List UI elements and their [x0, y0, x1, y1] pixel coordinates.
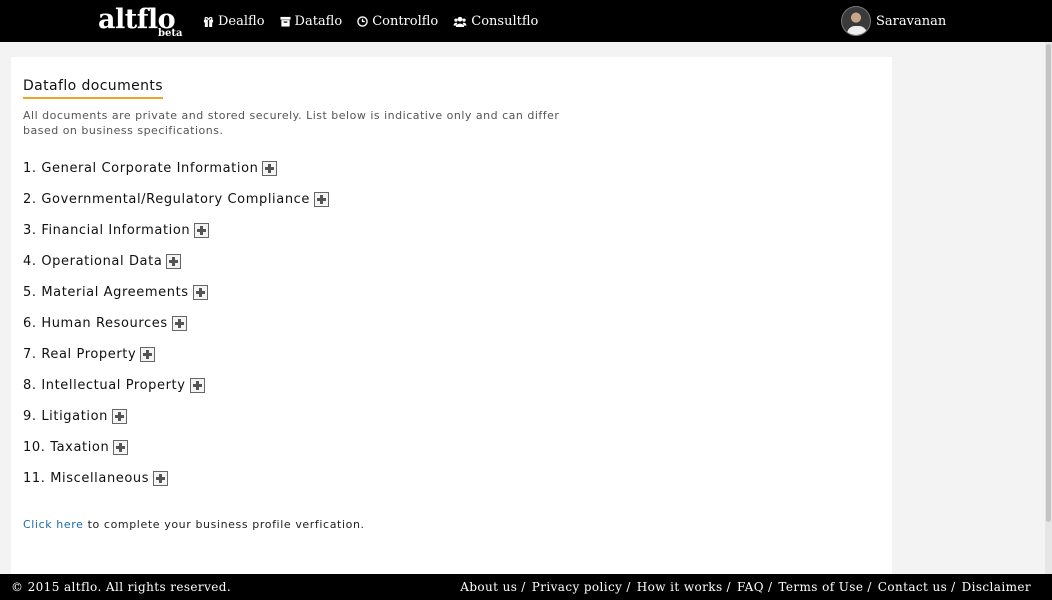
nav-label: Consultflo — [471, 13, 539, 29]
category-label: 1. General Corporate Information — [23, 161, 259, 176]
list-item: 1. General Corporate Information — [23, 153, 329, 184]
separator: / — [626, 580, 631, 594]
footer-link-about[interactable]: About us — [460, 580, 517, 594]
expand-plus-icon[interactable] — [189, 378, 205, 393]
category-label: 4. Operational Data — [23, 254, 163, 269]
nav-dataflo[interactable]: Dataflo — [279, 13, 343, 29]
page-title: Dataflo documents — [23, 78, 163, 99]
nav-dealflo[interactable]: Dealflo — [203, 14, 265, 29]
list-item: 9. Litigation — [23, 401, 329, 432]
nav-label: Dataflo — [294, 13, 343, 29]
expand-plus-icon[interactable] — [140, 347, 156, 362]
list-item: 8. Intellectual Property — [23, 370, 329, 401]
separator: / — [767, 580, 773, 594]
expand-plus-icon[interactable] — [171, 316, 187, 331]
category-label: 10. Taxation — [23, 440, 110, 455]
list-item: 4. Operational Data — [23, 246, 329, 277]
avatar[interactable] — [841, 6, 871, 36]
footer-links: About us / Privacy policy / How it works / … — [460, 580, 1031, 594]
separator: / — [521, 580, 526, 594]
list-item: 3. Financial Information — [23, 215, 329, 246]
nav-controlflo[interactable]: Controlflo — [357, 14, 438, 29]
footer-link-faq[interactable]: FAQ — [737, 580, 764, 594]
expand-plus-icon[interactable] — [112, 409, 128, 424]
expand-plus-icon[interactable] — [194, 223, 210, 238]
top-navbar: altflo beta Dealflo Dataflo Controlflo C… — [0, 0, 1052, 42]
category-label: 6. Human Resources — [23, 316, 168, 331]
expand-plus-icon[interactable] — [153, 471, 169, 486]
separator: / — [867, 580, 872, 594]
verification-notice: Click here to complete your business pro… — [23, 518, 365, 531]
footer-link-how-it-works[interactable]: How it works — [637, 580, 723, 594]
archive-icon — [279, 16, 291, 27]
expand-plus-icon[interactable] — [262, 161, 278, 176]
list-item: 7. Real Property — [23, 339, 329, 370]
separator: / — [951, 580, 956, 594]
list-item: 5. Material Agreements — [23, 277, 329, 308]
category-label: 5. Material Agreements — [23, 285, 189, 300]
gift-icon — [203, 16, 214, 27]
category-label: 11. Miscellaneous — [23, 471, 150, 486]
user-menu[interactable]: Saravanan — [841, 6, 946, 36]
expand-plus-icon[interactable] — [166, 254, 182, 269]
copyright-text: © 2015 altflo. All rights reserved. — [11, 580, 232, 594]
footer-link-privacy[interactable]: Privacy policy — [532, 580, 623, 594]
verification-text: to complete your business profile verfic… — [83, 518, 365, 531]
category-label: 2. Governmental/Regulatory Compliance — [23, 192, 311, 207]
nav-label: Dealflo — [218, 13, 265, 29]
clock-icon — [357, 15, 368, 27]
main-nav: Dealflo Dataflo Controlflo Consultflo — [203, 0, 553, 42]
document-category-list: 1. General Corporate Information 2. Gove… — [23, 153, 330, 494]
beta-badge: beta — [158, 28, 183, 39]
user-name[interactable]: Saravanan — [876, 14, 946, 29]
category-label: 3. Financial Information — [23, 223, 191, 238]
category-label: 7. Real Property — [23, 347, 137, 362]
list-item: 11. Miscellaneous — [23, 463, 329, 494]
list-item: 10. Taxation — [23, 432, 329, 463]
users-icon — [453, 16, 467, 27]
footer-link-terms[interactable]: Terms of Use — [778, 580, 863, 594]
list-item: 2. Governmental/Regulatory Compliance — [23, 184, 330, 215]
list-item: 6. Human Resources — [23, 308, 329, 339]
expand-plus-icon[interactable] — [192, 285, 208, 300]
category-label: 8. Intellectual Property — [23, 378, 186, 393]
footer-link-contact[interactable]: Contact us — [878, 580, 947, 594]
intro-text: All documents are private and stored sec… — [23, 109, 560, 137]
separator: / — [726, 580, 731, 594]
scrollbar-thumb[interactable] — [1046, 44, 1051, 522]
footer-link-disclaimer[interactable]: Disclaimer — [962, 580, 1031, 594]
click-here-link[interactable]: Click here — [23, 518, 84, 531]
nav-label: Controlflo — [372, 13, 439, 29]
expand-plus-icon[interactable] — [113, 440, 129, 455]
documents-panel: Dataflo documents All documents are priv… — [11, 57, 892, 574]
expand-plus-icon[interactable] — [314, 192, 330, 207]
footer: © 2015 altflo. All rights reserved. Abou… — [0, 574, 1052, 600]
nav-consultflo[interactable]: Consultflo — [453, 14, 538, 29]
category-label: 9. Litigation — [23, 409, 109, 424]
